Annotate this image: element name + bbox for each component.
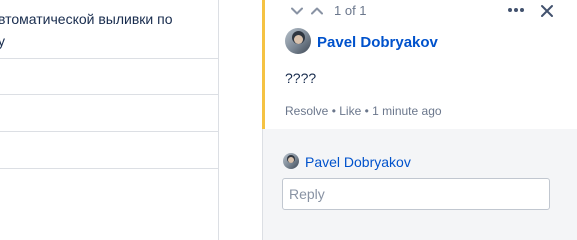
reply-author[interactable]: Pavel Dobryakov — [305, 154, 411, 170]
reply-input[interactable] — [282, 178, 550, 210]
more-horizontal-icon — [508, 8, 524, 12]
avatar[interactable] — [283, 153, 299, 169]
comment-author[interactable]: Pavel Dobryakov — [317, 34, 438, 51]
reply-section: Pavel Dobryakov — [262, 129, 577, 240]
document-text-line-2: у — [0, 33, 5, 49]
like-link[interactable]: Like — [339, 104, 361, 118]
close-button[interactable] — [539, 3, 555, 19]
comment-navigation — [287, 2, 327, 20]
comment-timestamp: 1 minute ago — [372, 104, 442, 118]
resolve-link[interactable]: Resolve — [285, 104, 328, 118]
chevron-up-icon — [311, 7, 323, 15]
comment-counter: 1 of 1 — [334, 3, 367, 18]
next-comment-button[interactable] — [307, 2, 327, 20]
document-area: втоматической выливки по у — [0, 0, 219, 240]
comment-body: ???? — [285, 70, 317, 86]
table-row-divider — [0, 131, 218, 132]
document-text-line-1: втоматической выливки по — [0, 11, 173, 27]
avatar[interactable] — [285, 28, 311, 54]
comment-actions: Resolve • Like • 1 minute ago — [285, 104, 442, 118]
separator: • — [364, 104, 369, 118]
table-row-divider — [0, 168, 218, 169]
previous-comment-button[interactable] — [287, 2, 307, 20]
comment-card: 1 of 1 Pavel Dobryakov ???? Resolve • Li… — [262, 0, 577, 129]
table-row-divider — [0, 58, 218, 59]
table-row-divider — [0, 94, 218, 95]
more-options-button[interactable] — [506, 2, 526, 18]
close-icon — [541, 5, 553, 17]
document-text: втоматической выливки по у — [0, 8, 212, 52]
chevron-down-icon — [291, 7, 303, 15]
separator: • — [331, 104, 336, 118]
